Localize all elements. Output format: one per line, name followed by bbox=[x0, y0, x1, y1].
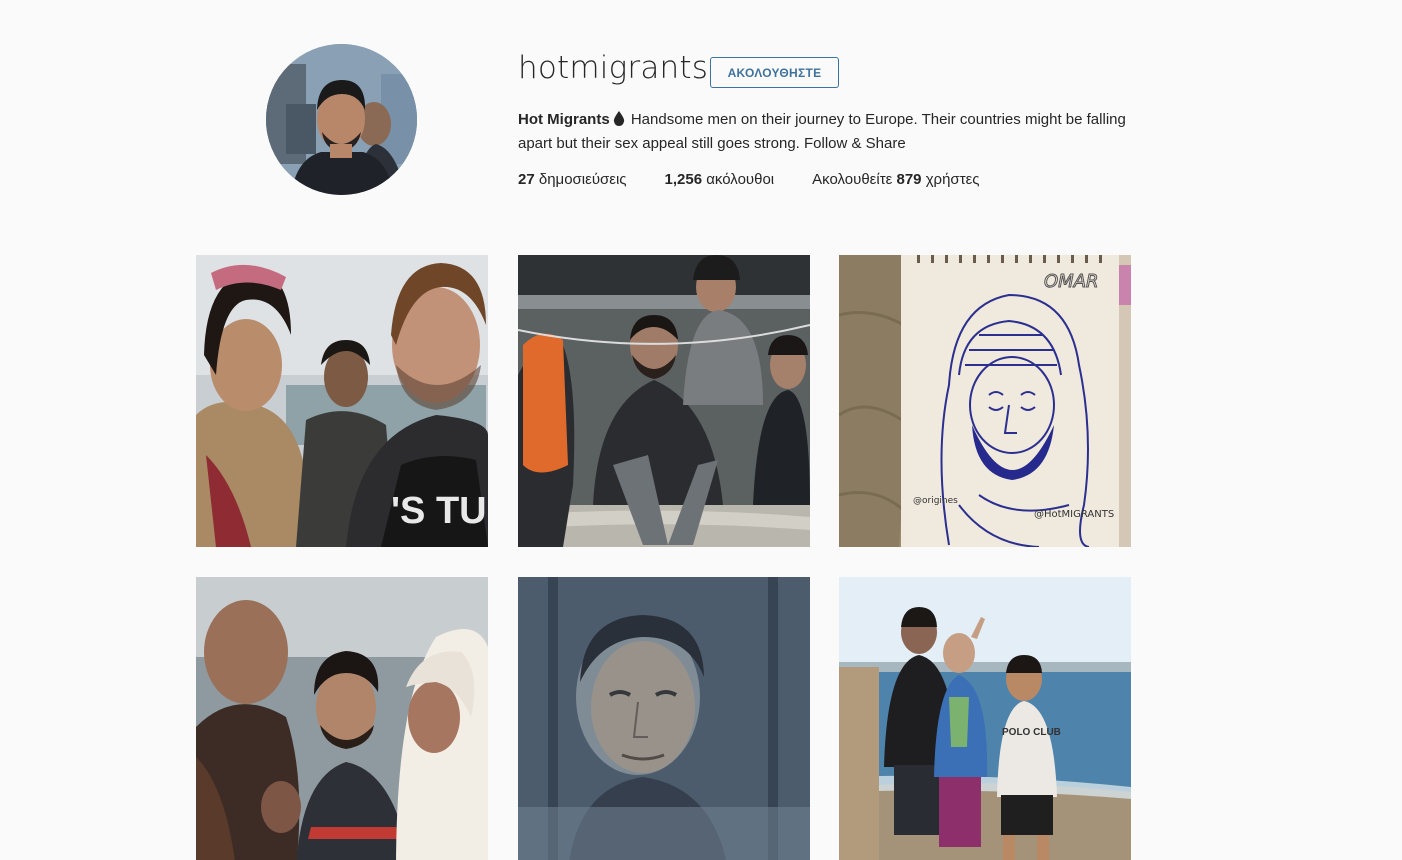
profile-avatar[interactable] bbox=[266, 44, 417, 195]
post-tile[interactable]: OMAR @origines @HotMIGRANTS bbox=[839, 255, 1131, 547]
posts-label: δημοσιεύσεις bbox=[538, 171, 627, 188]
post-image bbox=[196, 577, 488, 860]
followers-count: 1,256 bbox=[664, 171, 703, 188]
post-image: OMAR @origines @HotMIGRANTS bbox=[839, 255, 1131, 547]
following-stat[interactable]: Ακολουθείτε 879 χρήστες bbox=[812, 171, 979, 188]
posts-stat: 27 δημοσιεύσεις bbox=[518, 171, 627, 188]
post-tile[interactable] bbox=[518, 577, 810, 860]
posts-count: 27 bbox=[518, 171, 535, 188]
drawing-handle: @HotMIGRANTS bbox=[1034, 509, 1114, 520]
post-tile[interactable] bbox=[196, 577, 488, 860]
followers-label: ακόλουθοι bbox=[706, 171, 775, 188]
shirt-text: POLO CLUB bbox=[1002, 727, 1061, 738]
profile-full-name: Hot Migrants bbox=[518, 111, 610, 128]
post-image bbox=[518, 255, 810, 547]
profile-page: hotmigrants ΑΚΟΛΟΥΘΗΣΤΕ Hot Migrants Han… bbox=[0, 0, 1402, 860]
followers-stat[interactable]: 1,256 ακόλουθοι bbox=[665, 171, 775, 188]
svg-text:'S TU: 'S TU bbox=[391, 490, 487, 532]
post-image bbox=[518, 577, 810, 860]
profile-bio: Hot Migrants Handsome men on their journ… bbox=[518, 108, 1138, 156]
drop-icon bbox=[613, 110, 625, 126]
following-prefix: Ακολουθείτε bbox=[812, 171, 893, 188]
post-image: POLO CLUB bbox=[839, 577, 1131, 860]
post-tile[interactable]: 'S TU bbox=[196, 255, 488, 547]
following-count: 879 bbox=[896, 171, 922, 188]
post-tile[interactable] bbox=[518, 255, 810, 547]
profile-username: hotmigrants bbox=[518, 50, 709, 86]
post-tile[interactable]: POLO CLUB bbox=[839, 577, 1131, 860]
avatar-image bbox=[266, 44, 417, 195]
post-image: 'S TU bbox=[196, 255, 488, 547]
follow-button[interactable]: ΑΚΟΛΟΥΘΗΣΤΕ bbox=[710, 57, 839, 88]
drawing-credit: @origines bbox=[913, 496, 958, 506]
following-label: χρήστες bbox=[925, 171, 980, 188]
drawing-title: OMAR bbox=[1044, 271, 1099, 292]
profile-stats: 27 δημοσιεύσεις 1,256 ακόλουθοι Ακολουθε… bbox=[518, 171, 1018, 188]
